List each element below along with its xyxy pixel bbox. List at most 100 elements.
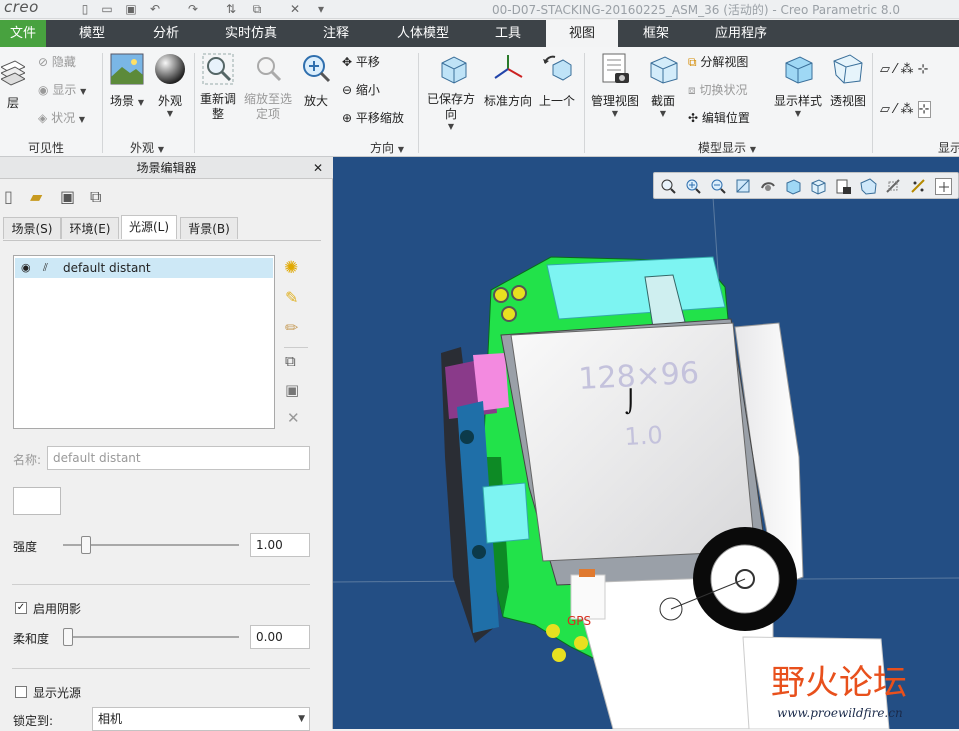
intensity-field[interactable]: 1.00: [250, 533, 310, 557]
close-window-icon[interactable]: ✕: [288, 2, 302, 16]
tab-background[interactable]: 背景(B): [180, 217, 238, 239]
zoom-out-button[interactable]: ⊖ 缩小: [342, 81, 380, 99]
windows-icon[interactable]: ⧉: [250, 2, 264, 16]
gps-label: GPS: [567, 614, 591, 628]
scene-button[interactable]: 场景 ▼: [106, 53, 148, 109]
hide-button[interactable]: ⊘ 隐藏: [38, 53, 76, 71]
tab-lights[interactable]: 光源(L): [121, 215, 177, 239]
chevron-down-icon: ▼: [137, 98, 144, 107]
show-datum-planes-row[interactable]: ▱ ⁄ ⁂ ⊹: [880, 61, 929, 79]
delete-light-icon[interactable]: ✕: [287, 409, 300, 427]
view-manager-icon[interactable]: [835, 178, 852, 195]
tab-environment[interactable]: 环境(E): [61, 217, 119, 239]
refit-icon[interactable]: [660, 178, 677, 195]
tab-analysis[interactable]: 分析: [136, 20, 196, 47]
perspective-button[interactable]: 透视图: [826, 53, 870, 109]
graphics-viewport[interactable]: GPS 128×96 ⌡ 1.0 野火论坛 www.proewildfire.c…: [333, 157, 959, 729]
section-icon[interactable]: [885, 178, 902, 195]
save-light-icon[interactable]: ▣: [285, 381, 299, 399]
saved-orientations-icon: [441, 56, 467, 84]
lock-to-select[interactable]: 相机 ▼: [92, 707, 310, 731]
visibility-eye-icon[interactable]: ◉: [21, 258, 31, 278]
previous-orientation-icon: [543, 55, 572, 81]
tab-file[interactable]: 文件: [0, 20, 46, 47]
display-style-button[interactable]: 显示样式 ▼: [770, 53, 826, 118]
saved-orientations-label: 已保存方向: [426, 92, 475, 121]
tab-applications[interactable]: 应用程序: [704, 20, 778, 47]
new-scene-icon[interactable]: ▯: [4, 187, 13, 206]
pan-icon: ✥: [342, 55, 353, 69]
softness-slider-thumb[interactable]: [63, 628, 73, 646]
softness-slider-track[interactable]: [63, 636, 239, 638]
separator: [102, 53, 103, 153]
chevron-down-icon: ▼: [397, 145, 404, 154]
zoom-in-button[interactable]: 放大: [298, 53, 334, 109]
add-light-icon[interactable]: ✺: [284, 258, 298, 278]
separator: [584, 53, 585, 153]
appearance-button[interactable]: 外观 ▼: [150, 53, 190, 118]
refit-label: 重新调整: [200, 92, 237, 121]
saved-orientations-icon[interactable]: [810, 178, 827, 195]
edit-position-button[interactable]: ✣ 编辑位置: [688, 109, 750, 127]
regenerate-icon[interactable]: ⇅: [224, 2, 238, 16]
undo-icon[interactable]: ↶: [148, 2, 162, 16]
tab-human-model[interactable]: 人体模型: [386, 20, 460, 47]
close-icon[interactable]: ✕: [313, 157, 323, 179]
zoom-out-icon[interactable]: [710, 178, 727, 195]
tab-live-simulation[interactable]: 实时仿真: [214, 20, 288, 47]
copy-light-icon[interactable]: ⧉: [285, 352, 296, 370]
zoom-to-selected-label: 缩放至选定项: [244, 92, 293, 121]
pan-button[interactable]: ✥ 平移: [342, 53, 380, 71]
annotation-display-icon[interactable]: [935, 178, 952, 195]
save-scene-icon[interactable]: ▣: [60, 187, 75, 206]
display-style-icon[interactable]: [785, 178, 802, 195]
standard-orientation-button[interactable]: 标准方向: [482, 53, 534, 109]
open-scene-icon[interactable]: ▰: [30, 187, 42, 206]
new-file-icon[interactable]: ▯: [78, 2, 92, 16]
chevron-down-icon: ▼: [611, 109, 619, 118]
section-button[interactable]: 截面 ▼: [644, 53, 682, 118]
previous-orientation-button[interactable]: 上一个: [536, 53, 578, 109]
exploded-view-button[interactable]: ⧉ 分解视图: [688, 53, 748, 71]
layer-button[interactable]: 层: [0, 57, 27, 111]
intensity-slider-thumb[interactable]: [80, 536, 91, 554]
copy-scene-icon[interactable]: ⧉: [90, 187, 101, 207]
refit-button[interactable]: 重新调整: [196, 53, 240, 122]
spin-center-icon[interactable]: [760, 178, 777, 195]
tab-model[interactable]: 模型: [62, 20, 122, 47]
tab-framework[interactable]: 框架: [626, 20, 686, 47]
zoom-in-icon[interactable]: [685, 178, 702, 195]
datum-axis-icon: ⁄: [894, 62, 897, 77]
yellow-pad: [501, 306, 517, 322]
manage-views-button[interactable]: 管理视图 ▼: [588, 53, 642, 118]
perspective-icon[interactable]: [860, 178, 877, 195]
tab-tools[interactable]: 工具: [478, 20, 538, 47]
tab-annotate[interactable]: 注释: [306, 20, 366, 47]
datum-display-icon[interactable]: [910, 178, 927, 195]
pan-zoom-button[interactable]: ⊕ 平移缩放: [342, 109, 404, 127]
customize-toolbar-icon[interactable]: ▾: [314, 2, 328, 16]
status-button[interactable]: ◈ 状况 ▼: [38, 109, 85, 127]
zoom-to-selected-button[interactable]: 缩放至选定项: [242, 53, 294, 122]
list-item[interactable]: ◉ ⫽ default distant: [15, 258, 273, 278]
name-field[interactable]: default distant: [47, 446, 310, 470]
save-icon[interactable]: ▣: [124, 2, 138, 16]
lights-list[interactable]: ◉ ⫽ default distant: [13, 255, 275, 429]
redo-icon[interactable]: ↷: [186, 2, 200, 16]
saved-orientations-button[interactable]: 已保存方向 ▼: [422, 53, 480, 131]
repaint-icon[interactable]: [735, 178, 752, 195]
toggle-status-button[interactable]: ⧈ 切换状况: [688, 81, 747, 99]
open-file-icon[interactable]: ▭: [100, 2, 114, 16]
softness-field[interactable]: 0.00: [250, 625, 310, 649]
show-annotations-row[interactable]: ▱ ⁄ ⁂ ⊹: [880, 101, 931, 119]
tab-scene[interactable]: 场景(S): [3, 217, 61, 239]
datum-csys-icon: ⊹: [917, 62, 929, 77]
exploded-view-label: 分解视图: [700, 55, 749, 69]
tab-view[interactable]: 视图: [546, 20, 618, 47]
pencil-icon[interactable]: ✏: [285, 318, 298, 337]
show-button[interactable]: ◉ 显示 ▼: [38, 81, 86, 99]
enable-shadows-checkbox[interactable]: ✓: [15, 602, 27, 614]
edit-light-icon[interactable]: ✎: [285, 288, 298, 307]
light-color-swatch[interactable]: [13, 487, 61, 515]
show-light-checkbox[interactable]: [15, 686, 27, 698]
